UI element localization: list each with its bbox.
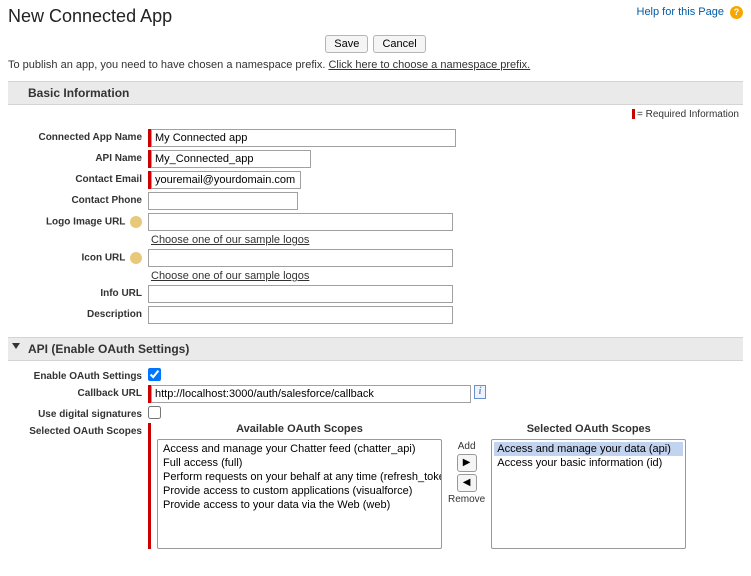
save-button[interactable]: Save (325, 35, 368, 53)
tip-icon[interactable] (130, 216, 142, 228)
api-name-input[interactable] (151, 150, 311, 168)
sample-logos-link[interactable]: Choose one of our sample logos (151, 270, 309, 282)
connected-app-name-input[interactable] (151, 129, 456, 147)
label-api-name: API Name (8, 150, 148, 164)
add-label: Add (458, 441, 476, 452)
scope-option[interactable]: Access and manage your Chatter feed (cha… (160, 442, 439, 456)
label-digital-signatures: Use digital signatures (8, 406, 148, 420)
scope-option[interactable]: Access your basic information (id) (494, 456, 683, 470)
selected-scopes-title: Selected OAuth Scopes (491, 423, 686, 435)
required-info-legend: = Required Information (8, 105, 743, 126)
label-selected-scopes: Selected OAuth Scopes (8, 423, 148, 549)
label-info-url: Info URL (8, 285, 148, 299)
scope-option[interactable]: Provide access to custom applications (v… (160, 484, 439, 498)
page-title: New Connected App (8, 6, 172, 27)
sample-logos-link[interactable]: Choose one of our sample logos (151, 234, 309, 246)
required-bar-icon (632, 109, 635, 119)
label-contact-email: Contact Email (8, 171, 148, 185)
enable-oauth-checkbox[interactable] (148, 368, 161, 381)
icon-url-input[interactable] (148, 249, 453, 267)
info-url-input[interactable] (148, 285, 453, 303)
section-basic-info: Basic Information (8, 81, 743, 105)
label-connected-app-name: Connected App Name (8, 129, 148, 143)
label-icon-url: Icon URL (8, 249, 148, 264)
section-api[interactable]: API (Enable OAuth Settings) (8, 337, 743, 361)
scope-option[interactable]: Access and manage your data (api) (494, 442, 683, 456)
tip-icon[interactable] (130, 252, 142, 264)
publish-message: To publish an app, you need to have chos… (8, 59, 743, 71)
description-input[interactable] (148, 306, 453, 324)
scope-option[interactable]: Full access (full) (160, 456, 439, 470)
label-enable-oauth: Enable OAuth Settings (8, 368, 148, 382)
help-icon[interactable]: ? (730, 6, 743, 19)
callback-url-input[interactable] (151, 385, 471, 403)
contact-email-input[interactable] (151, 171, 301, 189)
available-scopes-title: Available OAuth Scopes (157, 423, 442, 435)
scope-option[interactable]: Perform requests on your behalf at any t… (160, 470, 439, 484)
publish-prefix: To publish an app, you need to have chos… (8, 59, 328, 71)
available-scopes-list[interactable]: Access and manage your Chatter feed (cha… (157, 439, 442, 549)
namespace-link[interactable]: Click here to choose a namespace prefix. (328, 59, 530, 71)
chevron-down-icon (12, 343, 20, 349)
remove-scope-button[interactable]: ◀ (457, 474, 477, 492)
info-icon[interactable]: i (474, 385, 486, 399)
selected-scopes-list[interactable]: Access and manage your data (api)Access … (491, 439, 686, 549)
label-contact-phone: Contact Phone (8, 192, 148, 206)
contact-phone-input[interactable] (148, 192, 298, 210)
label-logo-url: Logo Image URL (8, 213, 148, 228)
help-link[interactable]: Help for this Page (637, 6, 724, 18)
label-description: Description (8, 306, 148, 320)
logo-url-input[interactable] (148, 213, 453, 231)
digital-signatures-checkbox[interactable] (148, 406, 161, 419)
remove-label: Remove (448, 494, 485, 505)
label-callback-url: Callback URL (8, 385, 148, 399)
required-bar-icon (148, 423, 151, 549)
cancel-button[interactable]: Cancel (373, 35, 425, 53)
scope-option[interactable]: Provide access to your data via the Web … (160, 498, 439, 512)
add-scope-button[interactable]: ▶ (457, 454, 477, 472)
